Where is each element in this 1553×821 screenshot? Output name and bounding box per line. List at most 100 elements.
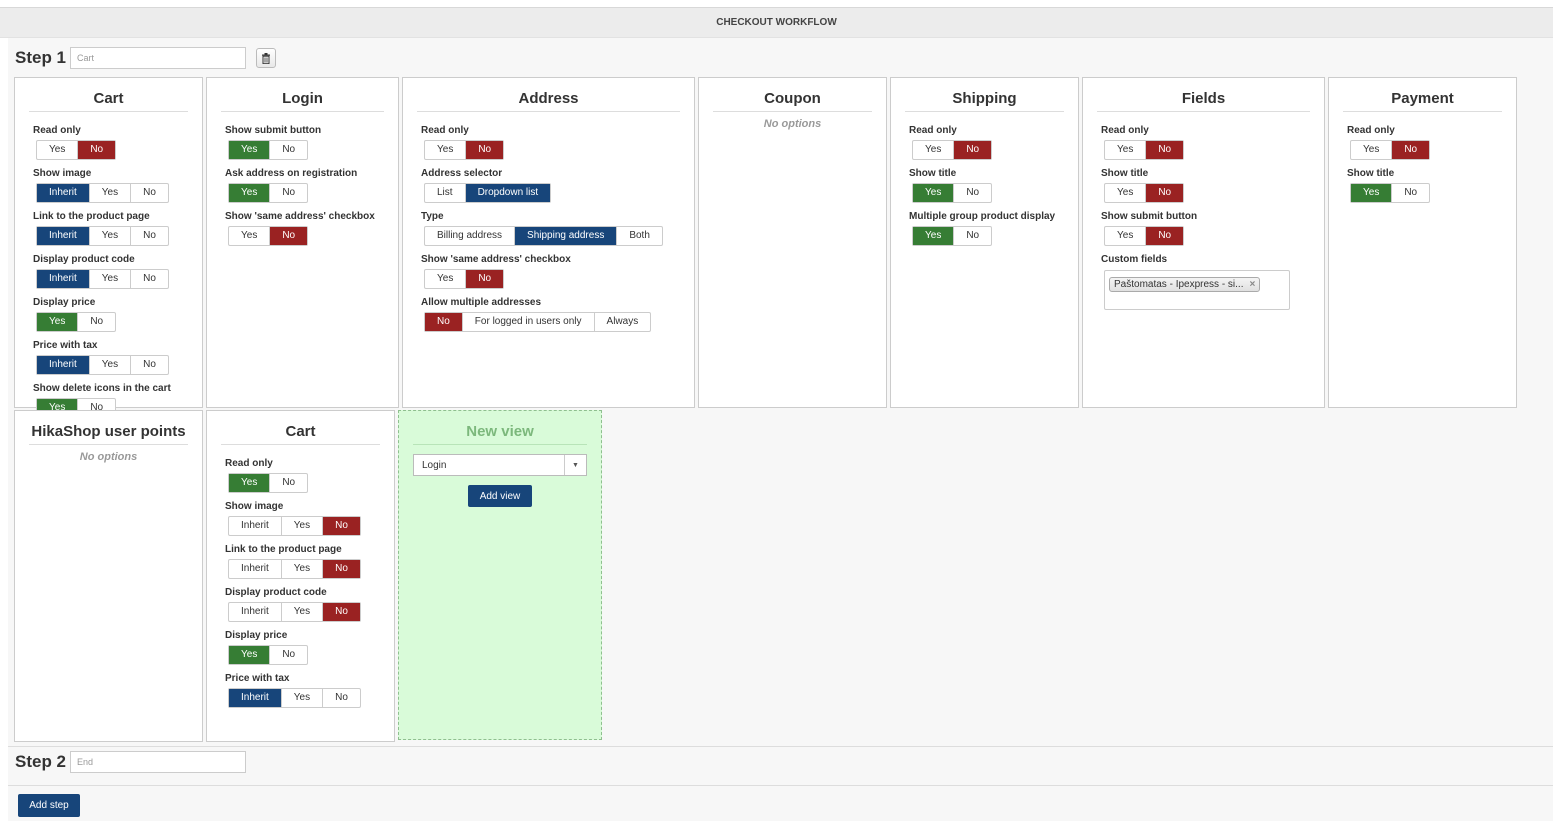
view-panel-login[interactable]: Login Show submit button Yes No Ask addre…	[206, 77, 399, 408]
no-button[interactable]: No	[1391, 184, 1429, 202]
step-1-name-input[interactable]: Cart	[70, 47, 247, 69]
yes-button[interactable]: Yes	[88, 270, 130, 288]
yes-button[interactable]: Yes	[913, 227, 954, 245]
logged-in-only-button[interactable]: For logged in users only	[461, 313, 594, 331]
inherit-button[interactable]: Inherit	[37, 227, 89, 245]
view-panel-shipping[interactable]: Shipping Read only Yes No Show title Yes N…	[890, 77, 1079, 408]
no-button[interactable]: No	[269, 227, 308, 245]
yes-button[interactable]: Yes	[425, 270, 465, 288]
yes-button[interactable]: Yes	[1105, 141, 1145, 159]
no-button[interactable]: No	[322, 689, 360, 707]
inherit-button[interactable]: Inherit	[229, 689, 281, 707]
submit-button-toggle: Yes No	[1104, 226, 1185, 246]
no-button[interactable]: No	[130, 356, 168, 374]
inherit-button[interactable]: Inherit	[229, 603, 281, 621]
yes-button[interactable]: Yes	[1351, 141, 1391, 159]
view-panel-coupon[interactable]: Coupon No options	[698, 77, 887, 408]
step-1-label: Step 1	[15, 48, 67, 67]
list-button[interactable]: List	[425, 184, 465, 202]
view-panel-user-points[interactable]: HikaShop user points No options	[14, 410, 203, 742]
multiple-group-toggle: Yes No	[912, 226, 993, 246]
view-panel-address[interactable]: Address Read only Yes No Address selector…	[402, 77, 695, 408]
yes-button[interactable]: Yes	[229, 474, 270, 492]
panel-title: Address	[417, 90, 680, 112]
yes-button[interactable]: Yes	[229, 646, 270, 664]
product-code-toggle: Inherit Yes No	[36, 269, 169, 289]
inherit-button[interactable]: Inherit	[229, 560, 281, 578]
link-product-toggle: Inherit Yes No	[228, 559, 361, 579]
no-button[interactable]: No	[1145, 141, 1184, 159]
add-view-button[interactable]: Add view	[468, 485, 532, 507]
no-button[interactable]: No	[269, 141, 307, 159]
yes-button[interactable]: Yes	[229, 184, 270, 202]
yes-button[interactable]: Yes	[229, 141, 270, 159]
no-button[interactable]: No	[77, 141, 116, 159]
remove-tag-icon[interactable]: ×	[1250, 279, 1256, 290]
always-button[interactable]: Always	[593, 313, 651, 331]
delete-step-button[interactable]	[256, 48, 277, 68]
no-button[interactable]: No	[953, 227, 991, 245]
inherit-button[interactable]: Inherit	[37, 184, 89, 202]
view-panel-fields[interactable]: Fields Read only Yes No Show title Yes No …	[1082, 77, 1325, 408]
step-divider	[8, 785, 1553, 786]
no-button[interactable]: No	[1391, 141, 1430, 159]
option-label: Read only	[421, 125, 469, 136]
yes-button[interactable]: Yes	[280, 517, 322, 535]
no-button[interactable]: No	[130, 184, 168, 202]
address-selector-toggle: List Dropdown list	[424, 183, 552, 203]
yes-button[interactable]: Yes	[88, 184, 130, 202]
no-button[interactable]: No	[322, 603, 360, 621]
view-type-select[interactable]: Login ▼	[413, 454, 587, 476]
no-button[interactable]: No	[77, 313, 115, 331]
inherit-button[interactable]: Inherit	[37, 270, 89, 288]
no-button[interactable]: No	[1145, 227, 1184, 245]
inherit-button[interactable]: Inherit	[37, 356, 89, 374]
billing-address-button[interactable]: Billing address	[425, 227, 514, 245]
yes-button[interactable]: Yes	[280, 560, 322, 578]
option-label: Display product code	[225, 587, 327, 598]
yes-button[interactable]: Yes	[913, 141, 953, 159]
step-2-name-input[interactable]: End	[70, 751, 247, 773]
yes-button[interactable]: Yes	[913, 184, 954, 202]
yes-button[interactable]: Yes	[88, 356, 130, 374]
no-button[interactable]: No	[953, 141, 992, 159]
yes-button[interactable]: Yes	[37, 313, 78, 331]
yes-button[interactable]: Yes	[425, 141, 465, 159]
yes-button[interactable]: Yes	[88, 227, 130, 245]
yes-button[interactable]: Yes	[1351, 184, 1392, 202]
shipping-address-button[interactable]: Shipping address	[514, 227, 617, 245]
view-panel-payment[interactable]: Payment Read only Yes No Show title Yes No	[1328, 77, 1517, 408]
option-label: Show 'same address' checkbox	[421, 254, 571, 265]
inherit-button[interactable]: Inherit	[229, 517, 281, 535]
view-panel-cart-2[interactable]: Cart Read only Yes No Show image Inherit Y…	[206, 410, 395, 742]
product-code-toggle: Inherit Yes No	[228, 602, 361, 622]
dropdown-list-button[interactable]: Dropdown list	[464, 184, 551, 202]
yes-button[interactable]: Yes	[37, 141, 77, 159]
yes-button[interactable]: Yes	[280, 689, 322, 707]
view-panel-cart[interactable]: Cart Read only Yes No Show image Inherit Y…	[14, 77, 203, 418]
no-button[interactable]: No	[465, 270, 504, 288]
no-button[interactable]: No	[130, 227, 168, 245]
yes-button[interactable]: Yes	[280, 603, 322, 621]
add-step-button[interactable]: Add step	[18, 794, 80, 817]
no-button[interactable]: No	[465, 141, 504, 159]
yes-button[interactable]: Yes	[229, 227, 269, 245]
panel-title: Fields	[1097, 90, 1310, 112]
no-button[interactable]: No	[425, 313, 462, 331]
display-price-toggle: Yes No	[36, 312, 117, 332]
no-button[interactable]: No	[130, 270, 168, 288]
option-label: Type	[421, 211, 444, 222]
no-button[interactable]: No	[269, 474, 307, 492]
no-button[interactable]: No	[269, 646, 307, 664]
read-only-toggle: Yes No	[1350, 140, 1431, 160]
custom-fields-input[interactable]: Paštomatas - Ipexpress - si... ×	[1104, 270, 1290, 310]
yes-button[interactable]: Yes	[1105, 184, 1145, 202]
option-label: Display price	[33, 297, 96, 308]
yes-button[interactable]: Yes	[1105, 227, 1145, 245]
both-button[interactable]: Both	[616, 227, 662, 245]
no-button[interactable]: No	[322, 560, 360, 578]
no-button[interactable]: No	[322, 517, 360, 535]
no-button[interactable]: No	[269, 184, 307, 202]
no-button[interactable]: No	[1145, 184, 1184, 202]
no-button[interactable]: No	[953, 184, 991, 202]
